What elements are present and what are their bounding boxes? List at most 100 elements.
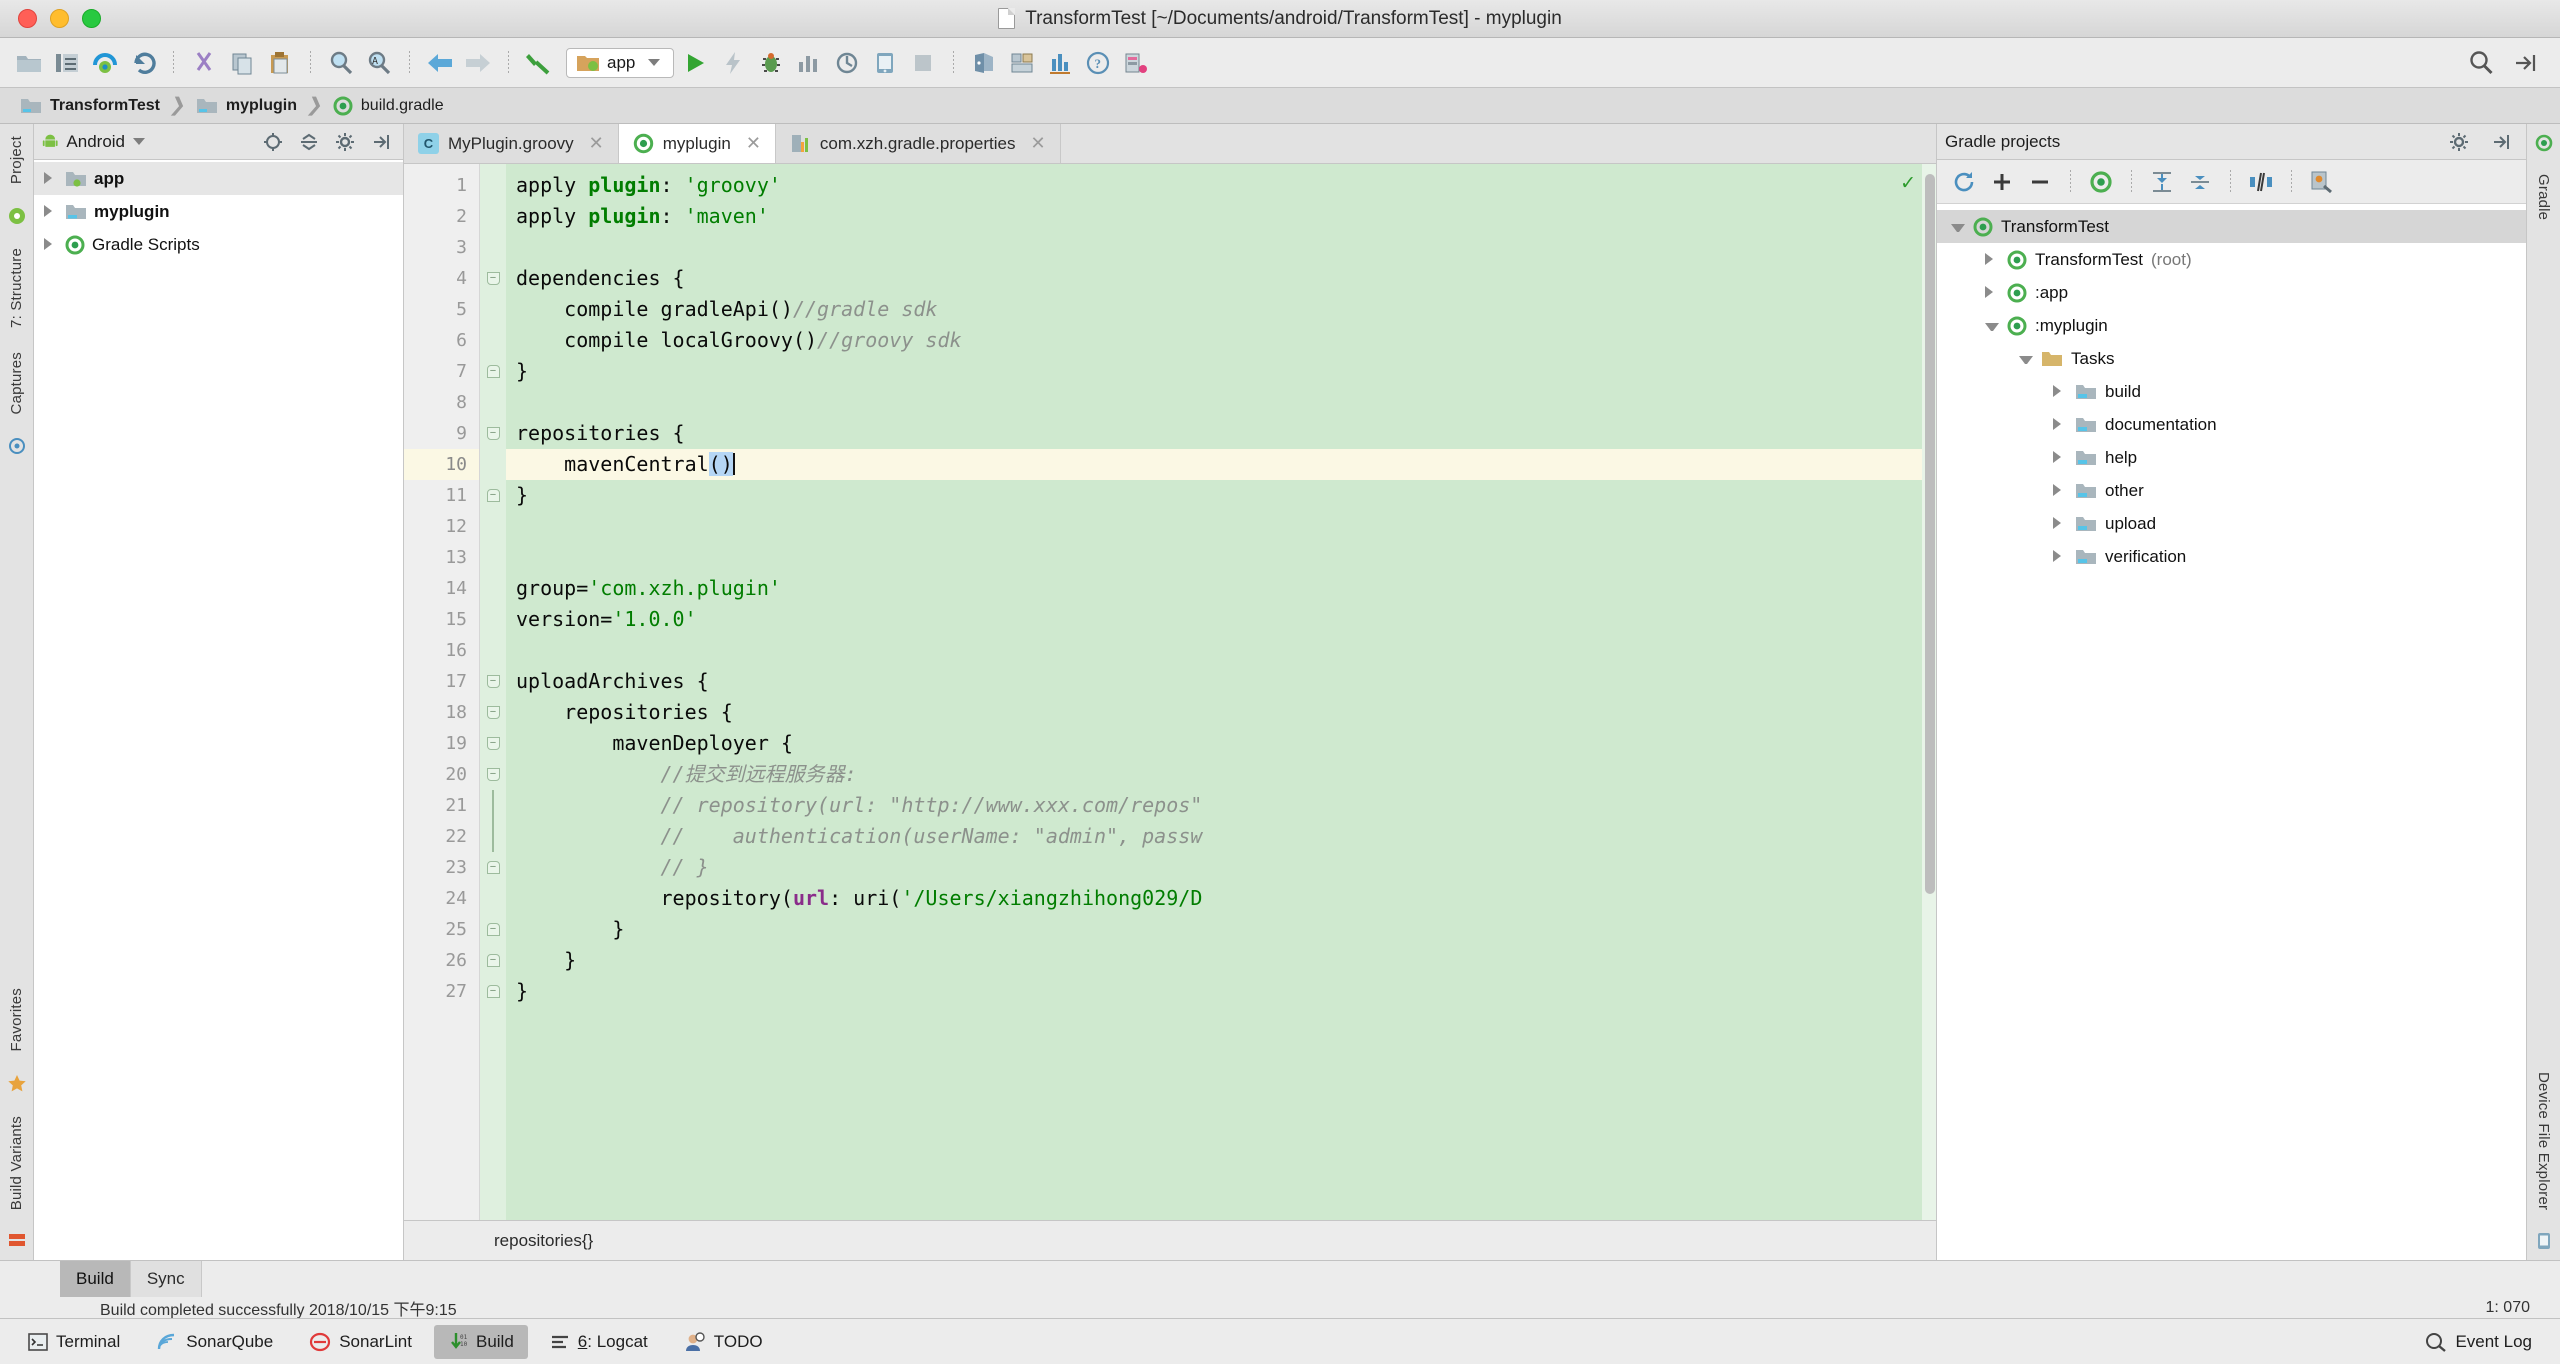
project-structure-icon[interactable]	[1005, 46, 1039, 80]
fold-cell[interactable]	[480, 604, 506, 635]
code-line[interactable]: }	[506, 976, 1936, 1007]
fold-cell[interactable]	[480, 511, 506, 542]
build-hammer-icon[interactable]	[522, 46, 556, 80]
fold-collapse-icon[interactable]: −	[486, 706, 500, 719]
zoom-window-button[interactable]	[82, 9, 101, 28]
code-line[interactable]: 💡 mavenCentral()	[506, 449, 1936, 480]
device-monitor-icon[interactable]	[1043, 46, 1077, 80]
fold-collapse-icon[interactable]: −	[486, 861, 500, 874]
sync-tab[interactable]: Sync	[130, 1261, 202, 1297]
line-number[interactable]: 24	[404, 883, 479, 914]
apply-changes-icon[interactable]	[716, 46, 750, 80]
toggle-panels-icon[interactable]	[2508, 46, 2542, 80]
gradle-settings-icon[interactable]	[2305, 165, 2339, 199]
code-line[interactable]: repositories {	[506, 697, 1936, 728]
chevron-down-icon[interactable]	[1985, 319, 1999, 333]
project-view-selector[interactable]: Android	[66, 132, 125, 152]
line-number[interactable]: 13	[404, 542, 479, 573]
forward-icon[interactable]	[461, 46, 495, 80]
save-all-icon[interactable]	[50, 46, 84, 80]
line-number[interactable]: 6	[404, 325, 479, 356]
line-number[interactable]: 9	[404, 418, 479, 449]
settings-gear-icon[interactable]	[331, 125, 359, 159]
code-line[interactable]: version='1.0.0'	[506, 604, 1936, 635]
line-number[interactable]: 7	[404, 356, 479, 387]
fold-cell[interactable]	[480, 573, 506, 604]
build-tab[interactable]: Build	[60, 1261, 131, 1297]
line-number[interactable]: 3	[404, 232, 479, 263]
copy-icon[interactable]	[225, 46, 259, 80]
code-line[interactable]: }	[506, 356, 1936, 387]
run-icon[interactable]	[678, 46, 712, 80]
fold-cell[interactable]: −	[480, 976, 506, 1007]
code-line[interactable]: apply plugin: 'groovy'	[506, 170, 1936, 201]
open-folder-icon[interactable]	[12, 46, 46, 80]
remove-icon[interactable]	[2023, 165, 2057, 199]
fold-cell[interactable]: −	[480, 666, 506, 697]
locate-icon[interactable]	[259, 125, 287, 159]
fold-cell[interactable]	[480, 883, 506, 914]
avd-manager-icon[interactable]	[868, 46, 902, 80]
close-icon[interactable]: ✕	[1031, 133, 1046, 154]
code-line[interactable]: group='com.xzh.plugin'	[506, 573, 1936, 604]
run-configuration-selector[interactable]: app	[566, 47, 674, 78]
fold-cell[interactable]: −	[480, 852, 506, 883]
layout-inspector-icon[interactable]	[1119, 46, 1153, 80]
code-content[interactable]: apply plugin: 'groovy' apply plugin: 'mav…	[506, 164, 1936, 1220]
statusbar-item-sonarlint[interactable]: SonarLint	[295, 1325, 426, 1359]
minimize-window-button[interactable]	[50, 9, 69, 28]
fold-cell[interactable]: −	[480, 263, 506, 294]
fold-cell[interactable]	[480, 449, 506, 480]
tool-window-favorites[interactable]: Favorites	[8, 976, 25, 1064]
chevron-down-icon[interactable]	[133, 138, 146, 145]
tool-window-build-variants[interactable]: Build Variants	[8, 1104, 25, 1222]
editor-tab-properties[interactable]: com.xzh.gradle.properties ✕	[775, 124, 1061, 163]
refresh-icon[interactable]	[1947, 165, 1981, 199]
fold-cell[interactable]	[480, 170, 506, 201]
fold-cell[interactable]	[480, 387, 506, 418]
code-line[interactable]: compile localGroovy()//groovy sdk	[506, 325, 1936, 356]
fold-cell[interactable]: −	[480, 697, 506, 728]
line-number[interactable]: 1	[404, 170, 479, 201]
breadcrumb-item-project[interactable]: TransformTest	[12, 97, 168, 115]
breadcrumb-item-module[interactable]: myplugin	[188, 97, 305, 115]
line-number[interactable]: 23	[404, 852, 479, 883]
gradle-tree-item[interactable]: :app	[1937, 276, 2526, 309]
code-line[interactable]: // }	[506, 852, 1936, 883]
chevron-right-icon[interactable]	[44, 238, 58, 252]
add-icon[interactable]	[1985, 165, 2019, 199]
tree-item-gradle-scripts[interactable]: Gradle Scripts	[34, 228, 403, 261]
fold-collapse-icon[interactable]: −	[486, 737, 500, 750]
gradle-tree-item[interactable]: build	[1937, 375, 2526, 408]
code-line[interactable]	[506, 542, 1936, 573]
tree-item-myplugin[interactable]: myplugin	[34, 195, 403, 228]
gradle-tree-item[interactable]: :myplugin	[1937, 309, 2526, 342]
editor-tab-myplugin-groovy[interactable]: C MyPlugin.groovy ✕	[404, 124, 619, 163]
tool-window-captures[interactable]: Captures	[8, 340, 25, 426]
line-number[interactable]: 18	[404, 697, 479, 728]
code-line[interactable]: mavenDeployer {	[506, 728, 1936, 759]
line-number[interactable]: 15	[404, 604, 479, 635]
fold-cell[interactable]	[480, 232, 506, 263]
paste-icon[interactable]	[263, 46, 297, 80]
code-editor[interactable]: 1 2 3 4 5 6 7 8 9 10 11 12 13 14 15 16 17 18 19 20 21 22 23 24 2…	[404, 164, 1936, 1220]
chevron-right-icon[interactable]	[1985, 286, 1999, 300]
fold-cell[interactable]: −	[480, 356, 506, 387]
statusbar-item-sonarqube[interactable]: SonarQube	[142, 1325, 287, 1359]
chevron-right-icon[interactable]	[2053, 385, 2067, 399]
replace-icon[interactable]: A	[362, 46, 396, 80]
fold-cell[interactable]	[480, 821, 506, 852]
line-number[interactable]: 5	[404, 294, 479, 325]
line-number[interactable]: 2	[404, 201, 479, 232]
gradle-tree-item[interactable]: upload	[1937, 507, 2526, 540]
fold-collapse-icon[interactable]: −	[486, 675, 500, 688]
chevron-right-icon[interactable]	[2053, 484, 2067, 498]
tool-window-structure[interactable]: 7: Structure	[8, 236, 25, 340]
line-number[interactable]: 22	[404, 821, 479, 852]
gradle-tree-item[interactable]: other	[1937, 474, 2526, 507]
line-number[interactable]: 26	[404, 945, 479, 976]
line-number[interactable]: 19	[404, 728, 479, 759]
line-number[interactable]: 11	[404, 480, 479, 511]
code-line[interactable]	[506, 387, 1936, 418]
line-number[interactable]: 20	[404, 759, 479, 790]
